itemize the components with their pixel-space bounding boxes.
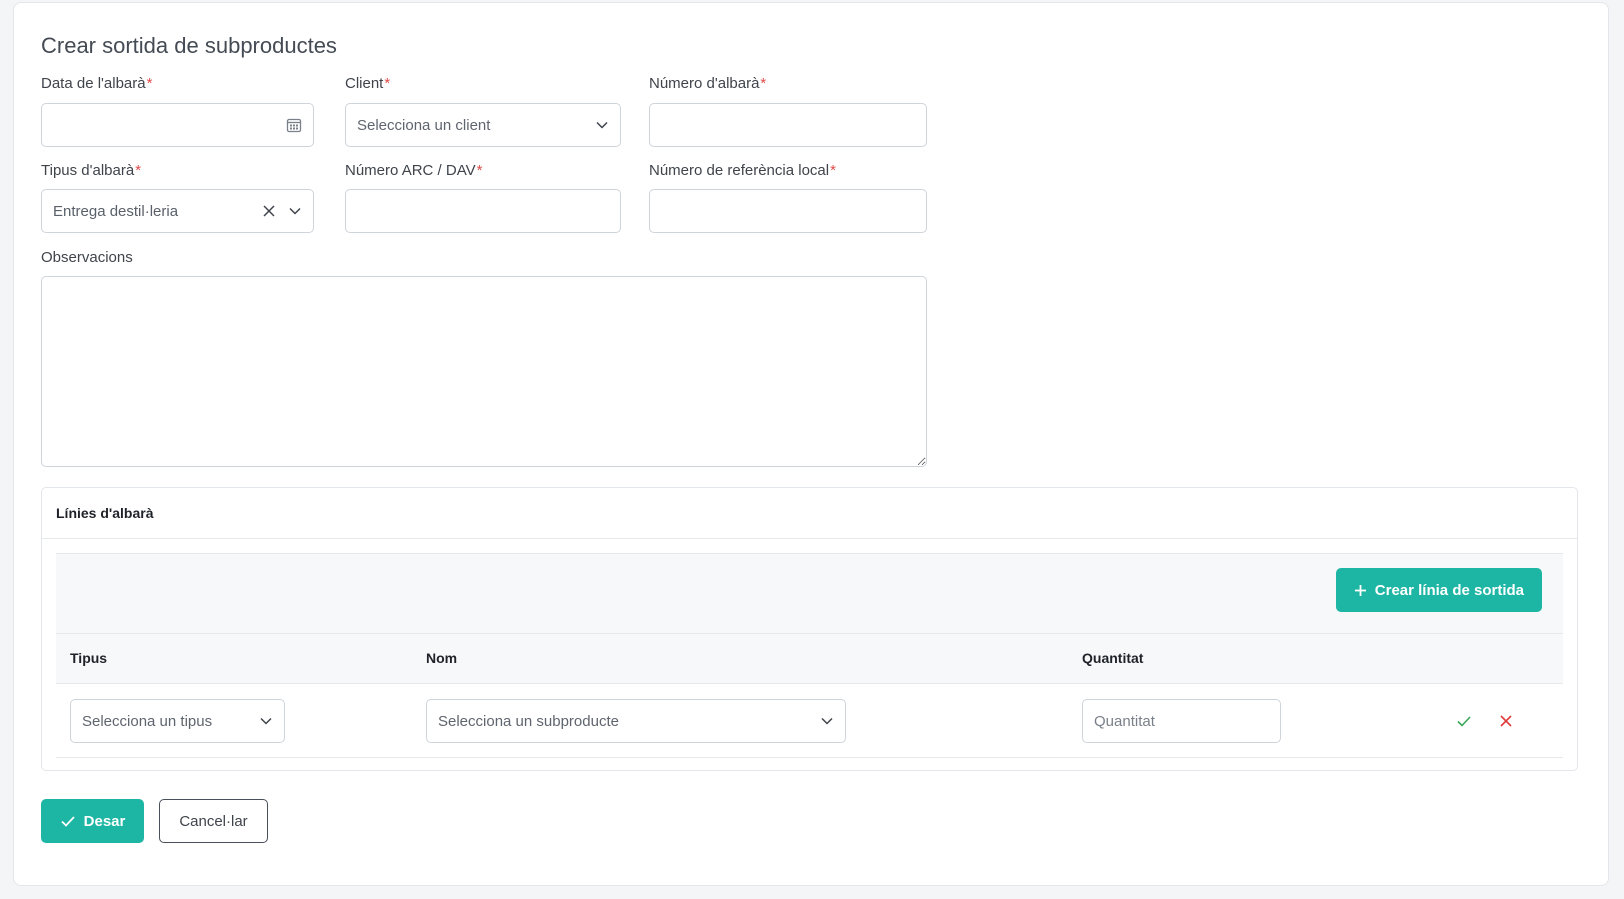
table-row: Selecciona un tipus Selecciona un subpro… <box>56 684 1563 758</box>
albara-type-select[interactable]: Entrega destil·leria <box>41 189 314 233</box>
local-ref-input[interactable] <box>661 190 915 232</box>
client-select[interactable]: Selecciona un client <box>345 103 621 147</box>
line-subproduct-select[interactable]: Selecciona un subproducte <box>426 699 846 743</box>
chevron-down-icon[interactable] <box>259 714 273 728</box>
client-label: Client* <box>345 75 391 92</box>
arc-number-field[interactable] <box>345 189 621 233</box>
cancel-button[interactable]: Cancel·lar <box>159 799 268 843</box>
create-line-button[interactable]: Crear línia de sortida <box>1335 568 1542 612</box>
date-field[interactable] <box>41 103 314 147</box>
column-header-quantitat: Quantitat <box>1082 650 1144 666</box>
albara-type-label: Tipus d'albarà* <box>41 162 142 179</box>
chevron-down-icon[interactable] <box>288 204 302 218</box>
check-icon[interactable] <box>1453 710 1475 732</box>
chevron-down-icon[interactable] <box>820 714 834 728</box>
plus-icon <box>1354 584 1367 597</box>
arc-number-label: Número ARC / DAV* <box>345 162 483 179</box>
column-header-tipus: Tipus <box>70 650 108 666</box>
line-quantity-field[interactable] <box>1082 699 1281 743</box>
lines-toolbar: Crear línia de sortida <box>56 553 1563 634</box>
delete-row-icon[interactable] <box>1495 710 1517 732</box>
line-type-select[interactable]: Selecciona un tipus <box>70 699 285 743</box>
albara-number-label: Número d'albarà* <box>649 75 767 92</box>
observations-label: Observacions <box>41 249 133 266</box>
page-title: Crear sortida de subproductes <box>41 33 337 58</box>
save-button[interactable]: Desar <box>41 799 144 843</box>
observations-textarea[interactable] <box>41 276 927 467</box>
albara-number-input[interactable] <box>661 104 915 146</box>
chevron-down-icon[interactable] <box>595 118 609 132</box>
arc-number-input[interactable] <box>357 190 609 232</box>
local-ref-label: Número de referència local* <box>649 162 836 179</box>
albara-number-field[interactable] <box>649 103 927 147</box>
date-label: Data de l'albarà* <box>41 75 153 92</box>
lines-panel: Línies d'albarà Crear línia de sortida T… <box>41 487 1578 771</box>
local-ref-field[interactable] <box>649 189 927 233</box>
check-icon <box>60 813 76 829</box>
close-icon[interactable] <box>262 204 276 218</box>
lines-title: Línies d'albarà <box>42 488 1577 539</box>
line-quantity-input[interactable] <box>1094 700 1269 742</box>
calendar-icon[interactable] <box>286 117 302 133</box>
lines-table-header: Tipus Nom Quantitat <box>56 634 1563 684</box>
column-header-nom: Nom <box>426 650 458 666</box>
